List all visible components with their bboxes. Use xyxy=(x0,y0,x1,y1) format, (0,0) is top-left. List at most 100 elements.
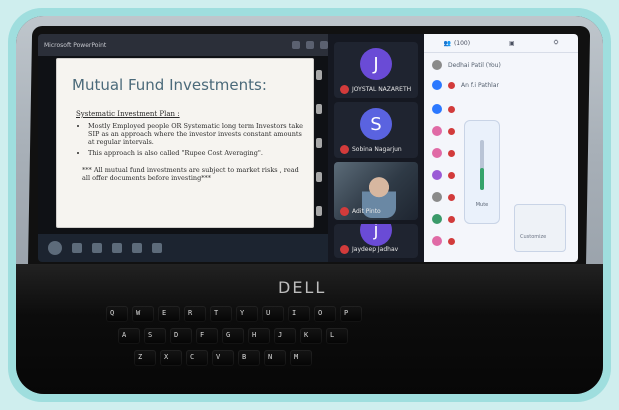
mic-muted-icon xyxy=(448,105,455,113)
mic-level-popover[interactable]: Mute xyxy=(464,120,500,224)
keyboard-key[interactable]: O xyxy=(314,306,336,322)
participant-avatar-dot xyxy=(432,192,442,202)
participant-avatar-dot xyxy=(432,80,442,90)
keyboard-key[interactable]: D xyxy=(170,328,192,344)
participant-row[interactable]: An f.i Pathlar xyxy=(432,80,499,90)
participant-row[interactable] xyxy=(432,214,455,224)
mic-muted-icon xyxy=(340,85,349,94)
slide-bullet: This approach is also called "Rupee Cost… xyxy=(88,149,308,157)
chat-icon: ▣ xyxy=(509,39,515,47)
keyboard-key[interactable]: R xyxy=(184,306,206,322)
options-popover-label: Customize xyxy=(520,234,547,240)
keyboard-key[interactable]: G xyxy=(222,328,244,344)
keyboard-key[interactable]: N xyxy=(264,350,286,366)
keyboard-key[interactable]: B xyxy=(238,350,260,366)
keyboard-key[interactable]: Y xyxy=(236,306,258,322)
participant-avatar: j xyxy=(360,224,392,246)
mic-muted-icon xyxy=(340,207,349,216)
participant-avatar-dot xyxy=(432,126,442,136)
participant-tile: J JOYSTAL NAZARETH xyxy=(334,42,418,98)
taskbar-icon[interactable] xyxy=(132,243,142,253)
participant-row[interactable] xyxy=(432,148,455,158)
keyboard-key[interactable]: P xyxy=(340,306,362,322)
slide-thumbnail[interactable] xyxy=(316,70,322,80)
participant-name: Adit Pinto xyxy=(340,207,381,216)
keyboard-key[interactable]: U xyxy=(262,306,284,322)
participant-row-text: Dedhai Patil (You) xyxy=(448,61,501,69)
slide-body: Mostly Employed people OR Systematic lon… xyxy=(76,122,308,182)
keyboard-key[interactable]: K xyxy=(300,328,322,344)
participant-row[interactable] xyxy=(432,170,455,180)
windows-taskbar xyxy=(38,234,338,262)
slide-thumbnail[interactable] xyxy=(316,172,322,182)
keyboard-key[interactable]: E xyxy=(158,306,180,322)
keyboard-key[interactable]: I xyxy=(288,306,310,322)
keyboard-key[interactable]: S xyxy=(144,328,166,344)
participant-row[interactable]: Dedhai Patil (You) xyxy=(432,60,501,70)
participant-tile: S Sobina Nagarjun xyxy=(334,102,418,158)
toolbar-icon xyxy=(320,41,328,49)
taskbar-icon[interactable] xyxy=(152,243,162,253)
participant-name: Sobina Nagarjun xyxy=(340,145,402,154)
participant-avatar-dot xyxy=(432,60,442,70)
keyboard-key[interactable]: Z xyxy=(134,350,156,366)
keyboard-key[interactable]: V xyxy=(212,350,234,366)
keyboard-key[interactable]: W xyxy=(132,306,154,322)
mic-level-meter[interactable] xyxy=(480,140,484,190)
participant-row[interactable] xyxy=(432,236,455,246)
participant-row[interactable] xyxy=(432,192,455,202)
participant-tile: j Jaydeep Jadhav xyxy=(334,224,418,258)
keyboard-key[interactable]: C xyxy=(186,350,208,366)
tab-chat[interactable]: ▣ xyxy=(509,40,515,47)
options-popover[interactable]: Customize xyxy=(514,204,566,252)
keyboard-key[interactable]: J xyxy=(274,328,296,344)
mic-muted-icon xyxy=(448,149,455,157)
participant-name: Jaydeep Jadhav xyxy=(340,245,398,254)
slide-note: *** All mutual fund investments are subj… xyxy=(82,165,299,182)
presentation-slide: Mutual Fund Investments: Systematic Inve… xyxy=(56,58,314,228)
meeting-sidebar: 👥 (100) ▣ ⛭ Dedhai Patil (You) An f.i Pa… xyxy=(424,34,578,262)
tab-participants[interactable]: 👥 (100) xyxy=(443,40,470,47)
keyboard-key[interactable]: X xyxy=(160,350,182,366)
people-icon: 👥 xyxy=(443,39,451,47)
taskbar-icon[interactable] xyxy=(112,243,122,253)
participant-avatar-dot xyxy=(432,104,442,114)
participant-row[interactable] xyxy=(432,126,455,136)
participant-list: Dedhai Patil (You) An f.i Pathlar Mute C… xyxy=(424,54,578,262)
mic-muted-icon xyxy=(448,81,455,89)
participant-row[interactable] xyxy=(432,104,455,114)
start-button[interactable] xyxy=(48,241,62,255)
toolbar-icon xyxy=(306,41,314,49)
topbar-text: Microsoft PowerPoint xyxy=(44,41,107,49)
participant-avatar: S xyxy=(360,108,392,140)
mic-muted-icon xyxy=(448,215,455,223)
mic-muted-icon xyxy=(448,171,455,179)
laptop-brand-logo: DELL xyxy=(278,278,327,297)
slide-subtitle: Systematic Investment Plan : xyxy=(76,110,180,118)
keyboard-key[interactable]: L xyxy=(326,328,348,344)
slide-thumbnail[interactable] xyxy=(316,206,322,216)
keyboard-key[interactable]: T xyxy=(210,306,232,322)
participant-video-tile: Adit Pinto xyxy=(334,162,418,220)
keyboard-key[interactable]: H xyxy=(248,328,270,344)
slide-thumbnail[interactable] xyxy=(316,138,322,148)
keyboard-key[interactable]: A xyxy=(118,328,140,344)
tab-activities[interactable]: ⛭ xyxy=(554,39,559,47)
keyboard-key[interactable]: M xyxy=(290,350,312,366)
slide-thumbnail[interactable] xyxy=(316,104,322,114)
keyboard-key[interactable]: Q xyxy=(106,306,128,322)
keyboard-key[interactable]: F xyxy=(196,328,218,344)
taskbar-icon[interactable] xyxy=(92,243,102,253)
taskbar-icon[interactable] xyxy=(72,243,82,253)
participant-avatar-dot xyxy=(432,214,442,224)
presentation-topbar: Microsoft PowerPoint xyxy=(38,34,334,56)
mic-muted-icon xyxy=(448,237,455,245)
mic-muted-icon xyxy=(448,193,455,201)
mic-muted-icon xyxy=(448,127,455,135)
video-participants-column: J JOYSTAL NAZARETH S Sobina Nagarjun Adi… xyxy=(328,34,424,262)
mic-muted-icon xyxy=(340,245,349,254)
laptop-photo: Microsoft PowerPoint Mutual Fund Investm… xyxy=(16,16,603,394)
keyboard: Q W E R T Y U I O P A S D F G H J K L Z … xyxy=(26,306,593,392)
participant-avatar-dot xyxy=(432,148,442,158)
activities-icon: ⛭ xyxy=(553,39,559,46)
